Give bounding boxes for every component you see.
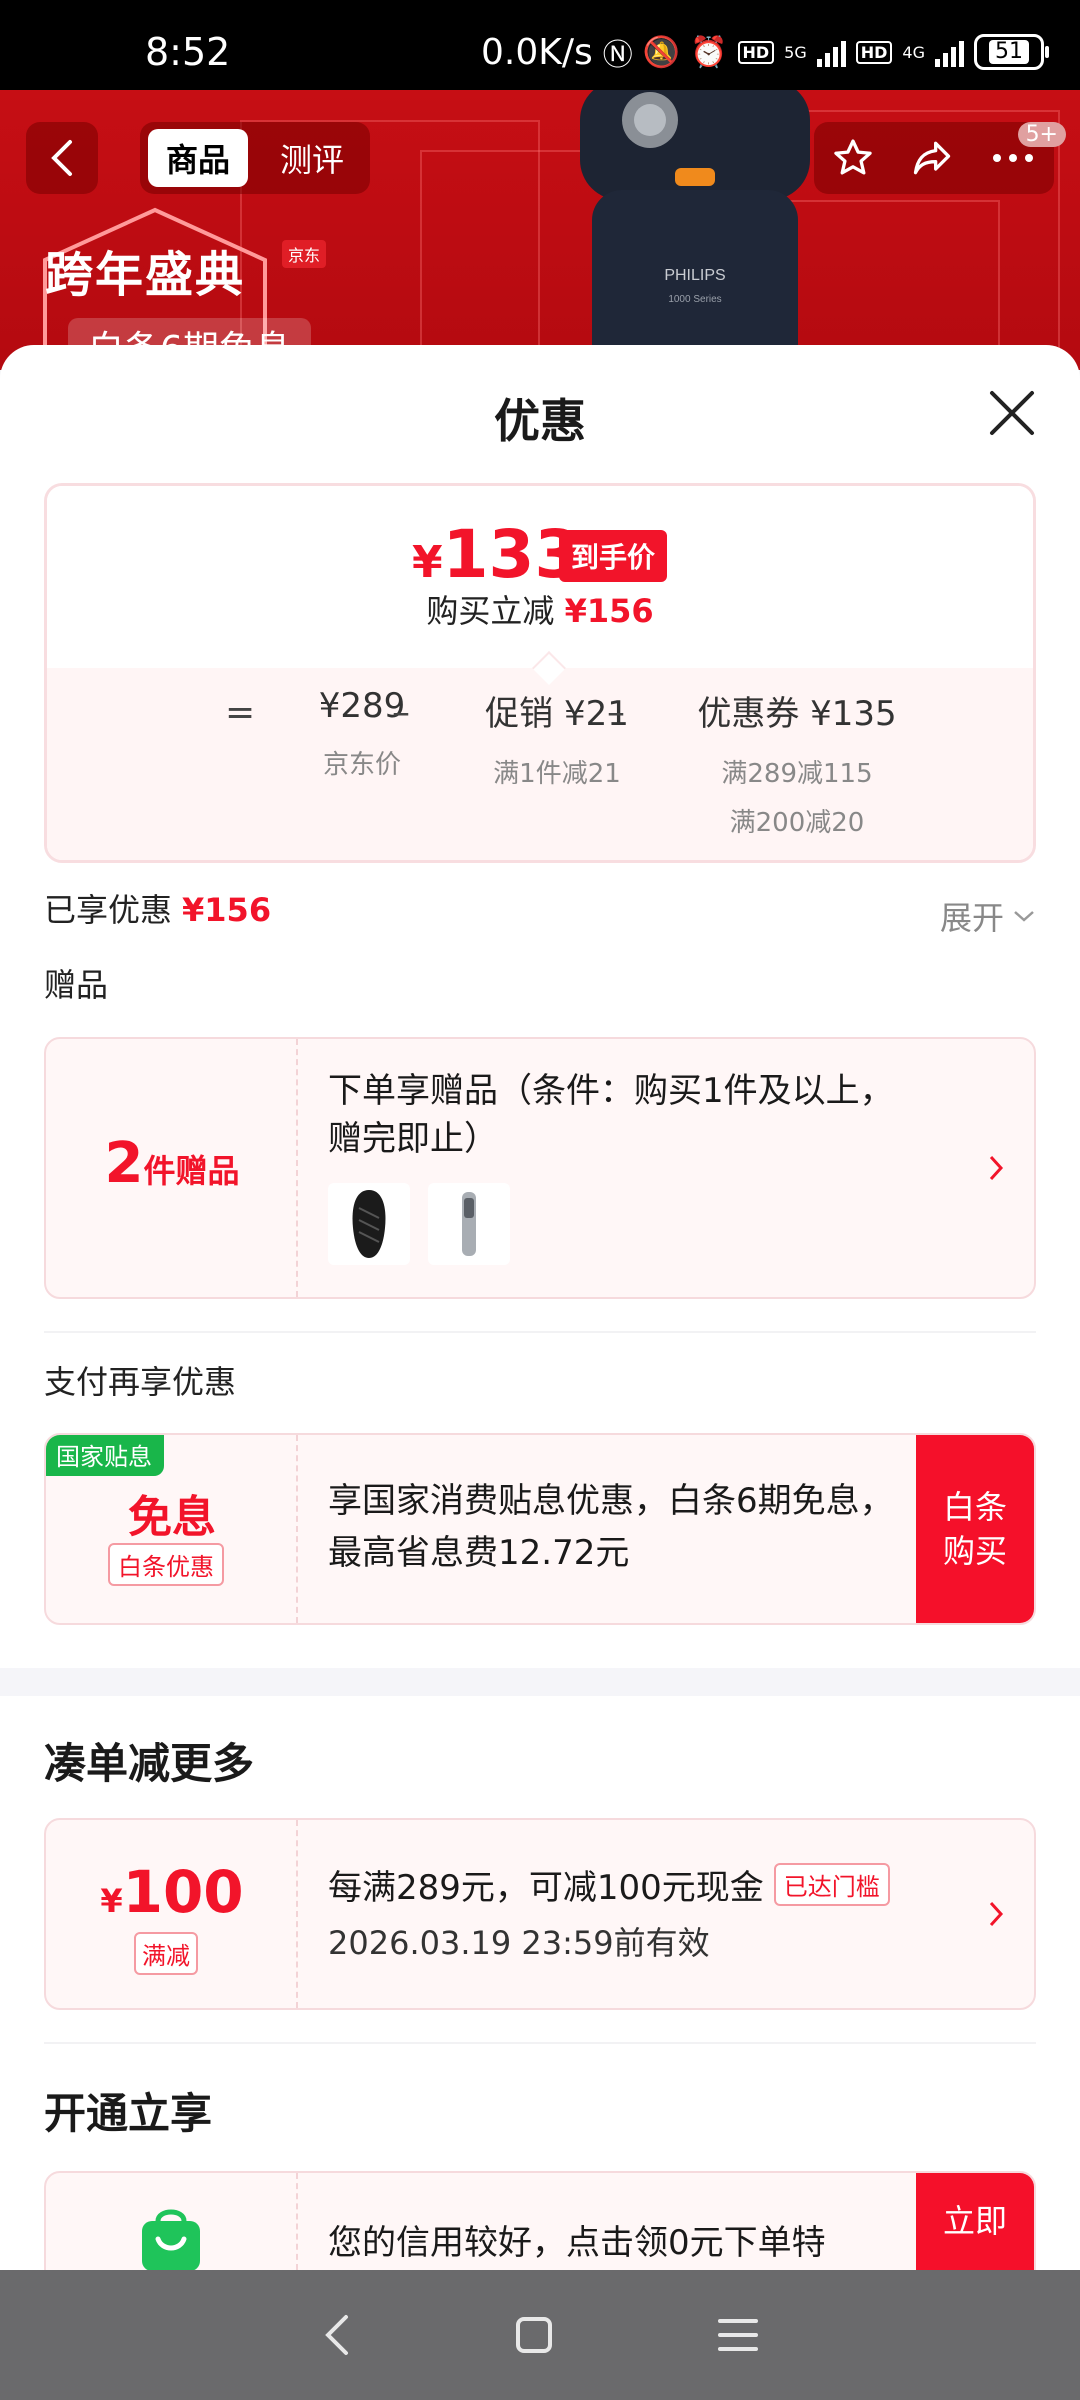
coupon-valid-date: 2026.03.19 23:59前有效 <box>328 1924 710 1962</box>
share-icon[interactable] <box>909 136 955 180</box>
shopping-bag-icon <box>142 2209 200 2271</box>
interest-free-desc: 享国家消费贴息优惠，白条6期免息，最高省息费12.72元 <box>328 1481 894 1573</box>
credit-offer-text: 您的信用较好，点击领0元下单特 <box>328 2223 826 2263</box>
gov-subsidy-tag: 国家贴息 <box>46 1435 164 1476</box>
alarm-icon: ⏰ <box>690 34 728 70</box>
mute-icon: 🔕 <box>642 34 681 70</box>
claim-now-button[interactable]: 立即 <box>916 2173 1034 2275</box>
minus-sign-2: – <box>607 692 625 733</box>
open-section-title: 开通立享 <box>44 2089 213 2138</box>
signal-5g-icon <box>816 37 846 67</box>
sale-title: 跨年盛典 <box>45 247 246 303</box>
chevron-down-icon <box>1014 911 1034 922</box>
shaver-product-image: PHILIPS 1000 Series <box>580 90 810 370</box>
coupon-amount: ¥100 <box>100 1858 244 1926</box>
gift-card[interactable]: 2件赠品 下单享赠品（条件：购买1件及以上，赠完即止） <box>44 1037 1036 1299</box>
baitiao-buy-button[interactable]: 白条 购买 <box>916 1435 1034 1623</box>
minus-sign-1: – <box>392 692 410 733</box>
coupon-rule: 每满289元，可减100元现金 已达门槛 <box>328 1860 890 1909</box>
promotion-discount: 促销 ¥21 满1件减21 <box>485 694 629 789</box>
gift-thumbnail-2 <box>428 1183 510 1265</box>
battery-level: 51 <box>989 40 1029 64</box>
brush-pouch-image <box>352 1190 386 1258</box>
enjoyed-discount: 已享优惠 ¥156 <box>44 891 272 929</box>
system-navigation-bar <box>0 2270 1080 2400</box>
more-icon[interactable] <box>989 148 1037 168</box>
back-arrow-icon <box>51 140 72 176</box>
nav-home-icon[interactable] <box>512 2313 556 2357</box>
tab-review[interactable]: 测评 <box>262 129 362 187</box>
threshold-reached-badge: 已达门槛 <box>773 1863 890 1906</box>
bundle-coupon-card[interactable]: ¥100 满减 每满289元，可减100元现金 已达门槛 2026.03.19 … <box>44 1818 1036 2010</box>
battery-icon: 51 <box>974 34 1049 70</box>
bundle-section-title: 凑单减更多 <box>44 1739 255 1788</box>
network-speed: 0.0K/s <box>481 31 593 73</box>
message-badge: 5+ <box>1017 122 1066 147</box>
status-icons: 0.0K/s Ⓝ 🔕 ⏰ HD 5G HD 4G 51 <box>481 30 1049 74</box>
interest-free-title: 免息 <box>128 1492 216 1543</box>
baitiao-tag: 白条优惠 <box>108 1543 224 1586</box>
trimmer-image <box>462 1192 476 1256</box>
gift-thumbnail-1 <box>328 1183 410 1265</box>
expand-button[interactable]: 展开 <box>940 893 1036 939</box>
hd-icon-2: HD <box>855 40 893 64</box>
tab-product[interactable]: 商品 <box>148 129 249 187</box>
series-text: 1000 Series <box>668 294 721 305</box>
final-price-tag: 到手价 <box>559 530 668 582</box>
close-icon[interactable] <box>984 385 1040 441</box>
discount-sheet: 优惠 ¥133 到手价 购买立减 ¥156 = ¥289 京东价 – 促销 ¥2… <box>0 345 1080 2275</box>
chevron-right-icon <box>989 1901 1004 1927</box>
hd-icon: HD <box>737 40 775 64</box>
discount-line: 购买立减 ¥156 <box>426 592 654 630</box>
gift-section-label: 赠品 <box>44 966 109 1004</box>
net-label-5g: 5G <box>784 42 807 62</box>
chevron-right-icon <box>989 1155 1004 1181</box>
jd-tag: 京东 <box>282 240 327 268</box>
price-formula: = ¥289 京东价 – 促销 ¥21 满1件减21 – 优惠券 ¥135 满2… <box>47 686 1033 860</box>
back-button[interactable] <box>26 122 98 194</box>
status-bar: 8:52 0.0K/s Ⓝ 🔕 ⏰ HD 5G HD 4G 51 <box>0 0 1080 90</box>
coupon-discount: 优惠券 ¥135 满289减115 满200减20 <box>697 694 897 838</box>
gift-condition: 下单享赠品（条件：购买1件及以上，赠完即止） <box>328 1071 894 1159</box>
coupon-type-tag: 满减 <box>134 1932 198 1975</box>
signal-4g-icon <box>935 37 964 67</box>
nav-back-icon[interactable] <box>320 2313 352 2357</box>
nav-menu-icon[interactable] <box>716 2315 760 2355</box>
gift-count: 2件赠品 <box>104 1131 240 1196</box>
credit-offer-card: 您的信用较好，点击领0元下单特 立即 <box>44 2171 1036 2275</box>
interest-free-card: 国家贴息 免息 白条优惠 享国家消费贴息优惠，白条6期免息，最高省息费12.72… <box>44 1433 1036 1625</box>
status-time: 8:52 <box>145 30 231 74</box>
sheet-title: 优惠 <box>494 394 586 448</box>
net-label-4g: 4G <box>902 42 925 62</box>
nfc-icon: Ⓝ <box>602 38 633 73</box>
original-price: ¥289 京东价 <box>318 686 406 780</box>
brand-text: PHILIPS <box>664 267 725 284</box>
final-price: ¥133 <box>412 516 581 593</box>
price-breakdown-card: ¥133 到手价 购买立减 ¥156 = ¥289 京东价 – 促销 ¥21 满… <box>44 483 1036 863</box>
pay-section-label: 支付再享优惠 <box>44 1363 237 1401</box>
favorite-star-icon[interactable] <box>831 136 875 180</box>
product-tabs: 商品 测评 <box>140 122 371 194</box>
equals-sign: = <box>225 692 256 733</box>
